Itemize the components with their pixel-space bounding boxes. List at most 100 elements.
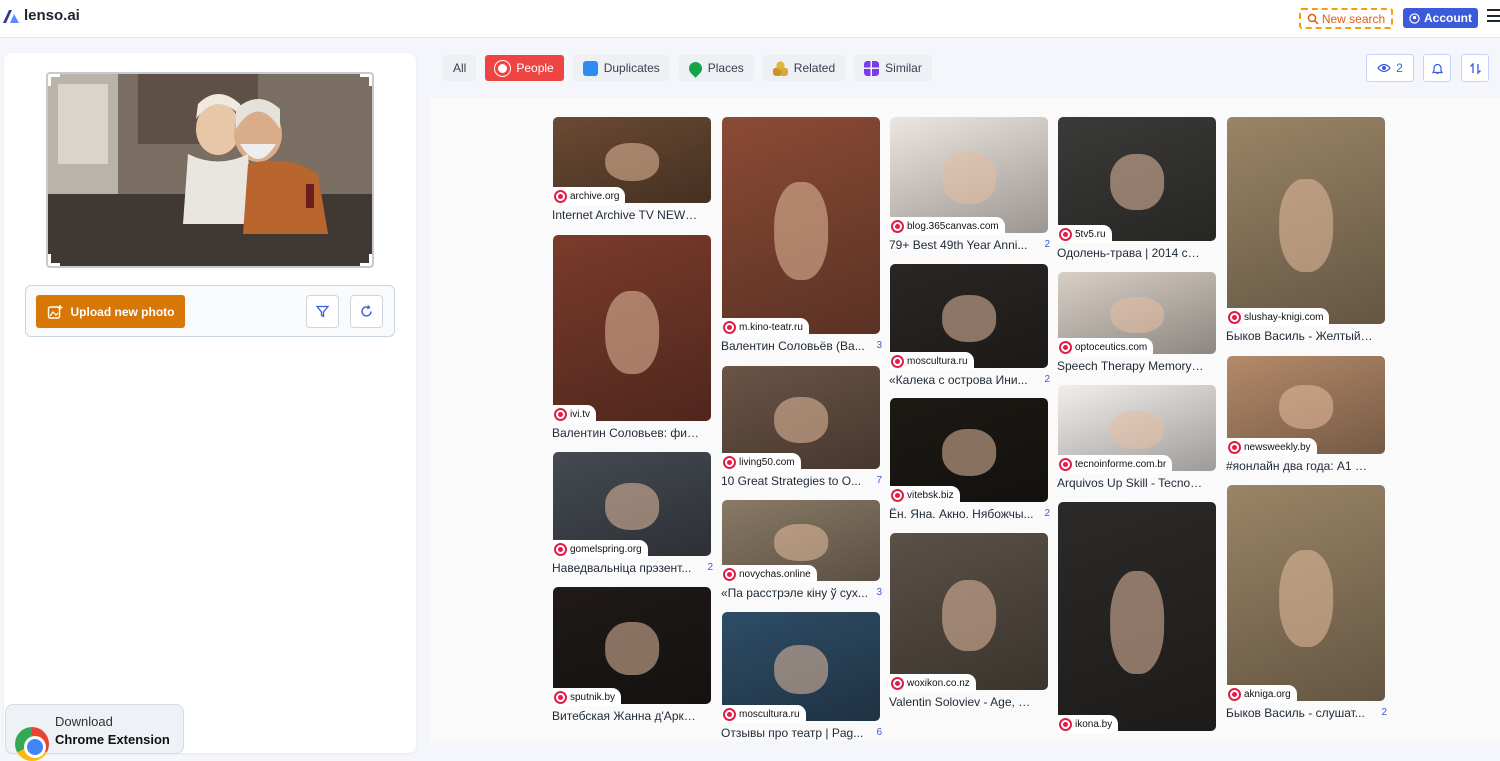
face-match-icon xyxy=(723,567,736,581)
face-match-icon xyxy=(554,189,567,203)
result-thumbnail[interactable] xyxy=(722,117,880,334)
result-title[interactable]: 79+ Best 49th Year Anni... xyxy=(889,238,1036,252)
result-title[interactable]: Valentin Soloviev - Age, Bio,... xyxy=(889,695,1036,709)
face-match-icon xyxy=(1059,457,1072,471)
result-source[interactable]: ikona.by xyxy=(1058,715,1119,733)
result-source[interactable]: tecnoinforme.com.br xyxy=(1058,455,1173,473)
result-title[interactable]: Отзывы про театр | Pag... xyxy=(721,726,868,740)
result-source[interactable]: blog.365canvas.com xyxy=(890,217,1005,235)
tab-label: Places xyxy=(707,61,744,75)
result-title[interactable]: Одолень-трава | 2014 смо... xyxy=(1057,246,1204,260)
tab-duplicates[interactable]: Duplicates xyxy=(572,55,670,81)
result-thumbnail[interactable] xyxy=(890,533,1048,690)
result-thumbnail[interactable] xyxy=(1227,117,1385,324)
source-domain: ivi.tv xyxy=(570,408,590,420)
logo[interactable]: lenso.ai xyxy=(2,7,80,24)
duplicates-icon xyxy=(582,60,598,76)
result-source[interactable]: living50.com xyxy=(722,453,801,471)
result-source[interactable]: gomelspring.org xyxy=(553,540,648,558)
source-domain: moscultura.ru xyxy=(739,708,800,720)
extension-line1: Download xyxy=(55,714,113,729)
result-source[interactable]: newsweekly.by xyxy=(1227,438,1317,456)
source-domain: 5tv5.ru xyxy=(1075,228,1106,240)
result-source[interactable]: optoceutics.com xyxy=(1058,338,1154,356)
source-domain: optoceutics.com xyxy=(1075,341,1148,353)
result-title[interactable]: Быков Василь - слушат... xyxy=(1226,706,1373,720)
source-domain: gomelspring.org xyxy=(570,543,642,555)
result-thumbnail[interactable] xyxy=(553,587,711,704)
result-thumbnail[interactable] xyxy=(1058,502,1216,731)
result-count: 2 xyxy=(1044,239,1050,250)
result-title[interactable]: «Па расстрэле кіну ў сух... xyxy=(721,586,868,600)
result-source[interactable]: slushay-knigi.com xyxy=(1227,308,1330,326)
face-match-icon xyxy=(1059,340,1072,354)
views-button[interactable]: 2 xyxy=(1366,54,1414,82)
source-domain: sputnik.by xyxy=(570,691,616,703)
result-source[interactable]: moscultura.ru xyxy=(722,705,806,723)
result-title[interactable]: Валентин Соловьёв (Ва... xyxy=(721,339,868,353)
result-title[interactable]: «Калека с острова Ини... xyxy=(889,373,1036,387)
tab-related[interactable]: Related xyxy=(762,55,846,81)
logo-text: lenso.ai xyxy=(24,7,80,24)
face-match-icon xyxy=(554,542,567,556)
source-domain: newsweekly.by xyxy=(1244,441,1311,453)
sort-button[interactable] xyxy=(1461,54,1489,82)
tab-all[interactable]: All xyxy=(443,55,477,81)
tab-people[interactable]: People xyxy=(485,55,564,81)
face-match-icon xyxy=(1228,440,1241,454)
refresh-button[interactable] xyxy=(350,295,383,328)
result-title[interactable]: 10 Great Strategies to O... xyxy=(721,474,868,488)
result-source[interactable]: 5tv5.ru xyxy=(1058,225,1112,243)
result-title[interactable]: Ён. Яна. Акно. Нябожчы... xyxy=(889,507,1036,521)
tab-label: Related xyxy=(793,61,836,75)
thumbnail-figure xyxy=(774,182,828,280)
tab-label: All xyxy=(453,61,467,75)
result-source[interactable]: m.kino-teatr.ru xyxy=(722,318,809,336)
source-domain: vitebsk.biz xyxy=(907,489,954,501)
category-tabs: All People Duplicates Places Related Sim… xyxy=(443,55,932,81)
result-count: 3 xyxy=(876,340,882,351)
face-match-icon xyxy=(891,488,904,502)
result-thumbnail[interactable] xyxy=(890,117,1048,233)
result-count: 7 xyxy=(876,475,882,486)
result-title[interactable]: Speech Therapy Memory Ac... xyxy=(1057,359,1204,373)
result-title[interactable]: Витебская Жанна д'Арк: к ... xyxy=(552,709,699,723)
account-button[interactable]: Account xyxy=(1403,8,1478,28)
new-search-button[interactable]: New search xyxy=(1299,8,1393,29)
thumbnail-figure xyxy=(1279,179,1333,273)
thumbnail-figure xyxy=(605,290,659,375)
filter-button[interactable] xyxy=(306,295,339,328)
alert-button[interactable] xyxy=(1423,54,1451,82)
result-title[interactable]: Быков Василь - Желтый пе... xyxy=(1226,329,1373,343)
result-thumbnail[interactable] xyxy=(1058,117,1216,241)
result-source[interactable]: vitebsk.biz xyxy=(890,486,960,504)
result-source[interactable]: moscultura.ru xyxy=(890,352,974,370)
extension-line2: Chrome Extension xyxy=(55,732,170,747)
new-search-label: New search xyxy=(1321,11,1386,26)
upload-new-photo-button[interactable]: Upload new photo xyxy=(36,295,185,328)
result-title[interactable]: Arquivos Up Skill - TecnoInf... xyxy=(1057,476,1204,490)
result-thumbnail[interactable] xyxy=(553,235,711,421)
result-count: 2 xyxy=(1381,707,1387,718)
result-source[interactable]: archive.org xyxy=(553,187,626,205)
face-match-icon xyxy=(1228,310,1241,324)
result-source[interactable]: akniga.org xyxy=(1227,685,1297,703)
result-source[interactable]: sputnik.by xyxy=(553,688,622,706)
result-source[interactable]: woxikon.co.nz xyxy=(890,674,976,692)
result-source[interactable]: novychas.online xyxy=(722,565,817,583)
search-icon xyxy=(1307,13,1319,25)
result-title[interactable]: Наведвальніца прэзент... xyxy=(552,561,699,575)
result-source[interactable]: ivi.tv xyxy=(553,405,596,423)
views-count: 2 xyxy=(1396,61,1403,75)
result-title[interactable]: #яонлайн два года: A1 пре... xyxy=(1226,459,1373,473)
thumbnail-figure xyxy=(942,151,996,204)
result-title[interactable]: Internet Archive TV NEWS : ... xyxy=(552,208,699,222)
tab-similar[interactable]: Similar xyxy=(854,55,932,81)
tab-label: Duplicates xyxy=(603,61,660,75)
related-icon xyxy=(772,60,788,76)
chrome-extension-banner[interactable]: Download Chrome Extension xyxy=(5,704,184,761)
menu-icon[interactable] xyxy=(1487,9,1500,22)
result-thumbnail[interactable] xyxy=(1227,485,1385,701)
tab-places[interactable]: Places xyxy=(678,55,754,81)
result-title[interactable]: Валентин Соловьев: филь... xyxy=(552,426,699,440)
